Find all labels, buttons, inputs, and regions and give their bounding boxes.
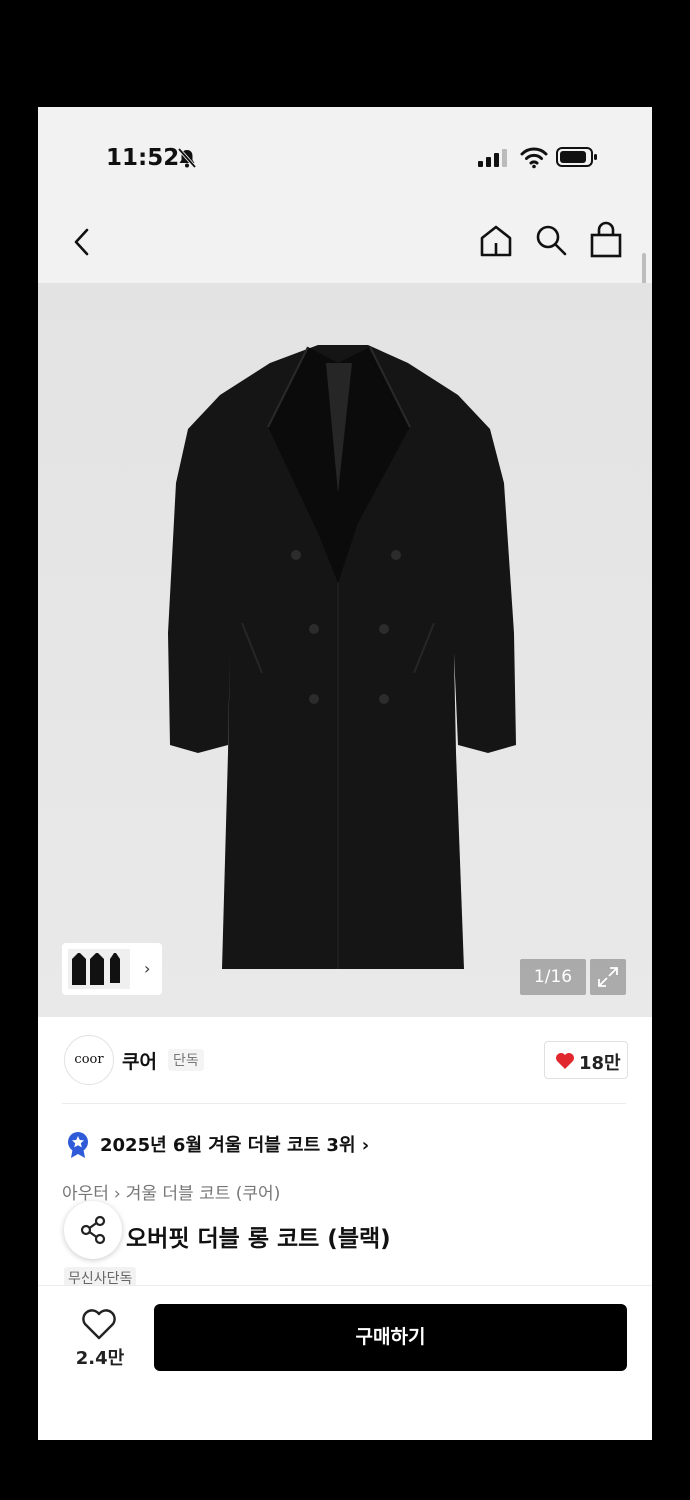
wishlist-button[interactable]: 2.4만 — [66, 1308, 134, 1378]
bottom-action-bar: 2.4만 구매하기 — [38, 1285, 652, 1440]
phone-screen: 11:52 › 1/16 coor 쿠어 단독 18만 2025년 6월 겨울 … — [38, 107, 652, 1440]
battery-icon — [556, 147, 597, 167]
home-icon[interactable] — [478, 223, 514, 259]
divider — [62, 1103, 626, 1104]
thumbnail-strip[interactable]: › — [62, 943, 162, 995]
brand-name[interactable]: 쿠어 — [122, 1047, 157, 1074]
breadcrumb-item[interactable]: 겨울 더블 코트 (쿠어) — [126, 1184, 281, 1204]
back-icon[interactable] — [68, 225, 94, 259]
coat-product-photo — [168, 345, 516, 969]
top-navigation — [38, 207, 652, 283]
brand-exclusive-tag: 단독 — [168, 1049, 204, 1071]
share-icon — [80, 1215, 106, 1245]
coat-thumbnails — [68, 949, 130, 989]
buy-button[interactable]: 구매하기 — [154, 1304, 627, 1371]
ranking-text: 2025년 6월 겨울 더블 코트 3위 › — [100, 1135, 370, 1156]
status-bar: 11:52 — [38, 107, 652, 207]
shopping-bag-icon[interactable] — [588, 221, 624, 259]
search-icon[interactable] — [534, 223, 568, 257]
brand-like-button[interactable]: 18만 — [544, 1041, 628, 1079]
breadcrumb-separator-icon: › — [113, 1184, 121, 1204]
wishlist-count: 2.4만 — [75, 1348, 125, 1369]
brand-like-count: 18만 — [579, 1053, 621, 1074]
heart-filled-icon — [556, 1053, 574, 1069]
status-time: 11:52 — [106, 145, 180, 171]
wifi-icon — [520, 147, 548, 169]
product-image-carousel[interactable]: › 1/16 — [38, 283, 652, 1017]
image-counter: 1/16 — [520, 959, 586, 995]
expand-button[interactable] — [590, 959, 626, 995]
share-button[interactable] — [64, 1201, 122, 1259]
cellular-signal-icon — [478, 149, 507, 167]
brand-logo[interactable]: coor — [64, 1035, 114, 1085]
chevron-right-icon: › — [144, 959, 151, 978]
expand-icon — [598, 967, 618, 987]
heart-outline-icon — [82, 1309, 116, 1340]
product-title: 오버핏 더블 롱 코트 (블랙) — [126, 1226, 391, 1252]
ranking-badge-icon — [68, 1132, 88, 1158]
bell-muted-icon — [177, 147, 197, 169]
